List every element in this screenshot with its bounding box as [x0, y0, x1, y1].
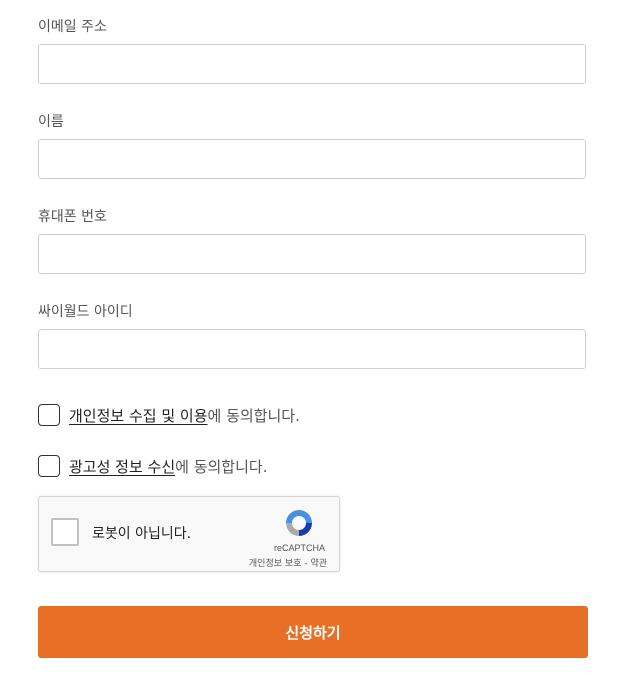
marketing-policy-link[interactable]: 광고성 정보 수신 [69, 458, 175, 476]
recaptcha-terms-link[interactable]: 약관 [310, 559, 327, 569]
cyworld-id-field[interactable] [38, 329, 586, 369]
marketing-consent-row: 광고성 정보 수신에 동의합니다. [38, 454, 267, 478]
recaptcha-label: 로봇이 아닙니다. [92, 526, 192, 542]
marketing-consent-checkbox[interactable] [38, 455, 60, 477]
marketing-consent-suffix: 에 동의합니다. [175, 457, 268, 476]
name-field[interactable] [38, 139, 586, 179]
privacy-consent-suffix: 에 동의합니다. [207, 406, 300, 425]
privacy-policy-link[interactable]: 개인정보 수집 및 이용 [69, 407, 208, 425]
privacy-consent-text: 개인정보 수집 및 이용에 동의합니다. [69, 405, 300, 426]
marketing-consent-text: 광고성 정보 수신에 동의합니다. [69, 456, 267, 477]
submit-button[interactable]: 신청하기 [38, 606, 588, 658]
cyworld-id-label: 싸이월드 아이디 [38, 304, 133, 320]
recaptcha-privacy-link[interactable]: 개인정보 보호 [249, 559, 302, 569]
recaptcha-checkbox[interactable] [51, 518, 79, 546]
privacy-consent-checkbox[interactable] [38, 404, 60, 426]
phone-field[interactable] [38, 234, 586, 274]
name-label: 이름 [38, 114, 64, 130]
recaptcha-brand: reCAPTCHA [273, 543, 325, 553]
email-label: 이메일 주소 [38, 19, 107, 35]
email-field[interactable] [38, 44, 586, 84]
recaptcha-links: 개인정보 보호 - 약관 [249, 556, 327, 569]
recaptcha-widget: 로봇이 아닙니다. reCAPTCHA 개인정보 보호 - 약관 [38, 496, 340, 572]
phone-label: 휴대폰 번호 [38, 209, 107, 225]
privacy-consent-row: 개인정보 수집 및 이용에 동의합니다. [38, 403, 300, 427]
recaptcha-logo-icon [286, 510, 312, 536]
